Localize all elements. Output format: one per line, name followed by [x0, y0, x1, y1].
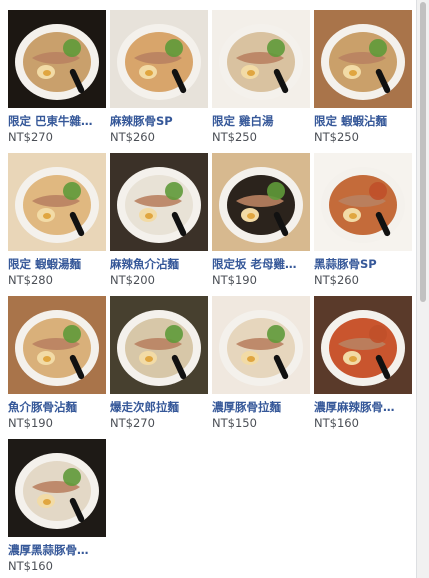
product-name-link[interactable]: 限定 蝦蝦沾麵: [314, 114, 412, 128]
product-photo[interactable]: [212, 153, 310, 251]
product-photo[interactable]: [8, 296, 106, 394]
scrollbar-thumb[interactable]: [420, 2, 426, 302]
product-card[interactable]: 麻辣魚介沾麵 NT$200: [110, 153, 208, 287]
product-price: NT$150: [212, 416, 257, 430]
product-name-link[interactable]: 限定 蝦蝦湯麵: [8, 257, 106, 271]
product-photo[interactable]: [8, 439, 106, 537]
product-card[interactable]: 黑蒜豚骨SP NT$260: [314, 153, 412, 287]
product-photo[interactable]: [8, 10, 106, 108]
product-name-link[interactable]: 限定坂 老母雞…: [212, 257, 310, 271]
product-photo[interactable]: [314, 10, 412, 108]
product-name-link[interactable]: 魚介豚骨沾麵: [8, 400, 106, 414]
product-price: NT$270: [110, 416, 155, 430]
product-photo[interactable]: [314, 153, 412, 251]
product-card[interactable]: 爆走次郎拉麵 NT$270: [110, 296, 208, 430]
product-card[interactable]: 限定 蝦蝦湯麵 NT$280: [8, 153, 106, 287]
product-card[interactable]: 濃厚麻辣豚骨… NT$160: [314, 296, 412, 430]
product-photo[interactable]: [314, 296, 412, 394]
product-name-link[interactable]: 麻辣魚介沾麵: [110, 257, 208, 271]
product-price: NT$160: [8, 559, 53, 573]
product-price: NT$280: [8, 273, 53, 287]
product-price: NT$260: [314, 273, 359, 287]
product-card[interactable]: 限定 雞白湯 NT$250: [212, 10, 310, 144]
product-price: NT$190: [8, 416, 53, 430]
product-price: NT$250: [314, 130, 359, 144]
product-name-link[interactable]: 濃厚麻辣豚骨…: [314, 400, 412, 414]
product-photo[interactable]: [8, 153, 106, 251]
product-photo[interactable]: [212, 296, 310, 394]
product-panel: 限定 巴東牛雜… NT$270 麻辣豚骨SP NT$260 限定 雞白湯 NT$250…: [0, 0, 417, 578]
product-card[interactable]: 濃厚黑蒜豚骨… NT$160: [8, 439, 106, 573]
product-card[interactable]: 濃厚豚骨拉麵 NT$150: [212, 296, 310, 430]
product-photo[interactable]: [110, 153, 208, 251]
product-name-link[interactable]: 爆走次郎拉麵: [110, 400, 208, 414]
product-name-link[interactable]: 限定 巴東牛雜…: [8, 114, 106, 128]
product-price: NT$260: [110, 130, 155, 144]
product-photo[interactable]: [110, 296, 208, 394]
product-photo[interactable]: [110, 10, 208, 108]
product-price: NT$250: [212, 130, 257, 144]
product-price: NT$190: [212, 273, 257, 287]
product-card[interactable]: 限定 巴東牛雜… NT$270: [8, 10, 106, 144]
product-card[interactable]: 麻辣豚骨SP NT$260: [110, 10, 208, 144]
product-photo[interactable]: [212, 10, 310, 108]
product-name-link[interactable]: 濃厚黑蒜豚骨…: [8, 543, 106, 557]
product-card[interactable]: 魚介豚骨沾麵 NT$190: [8, 296, 106, 430]
product-name-link[interactable]: 限定 雞白湯: [212, 114, 310, 128]
product-price: NT$270: [8, 130, 53, 144]
scrollbar[interactable]: [417, 0, 429, 578]
product-card[interactable]: 限定 蝦蝦沾麵 NT$250: [314, 10, 412, 144]
product-name-link[interactable]: 濃厚豚骨拉麵: [212, 400, 310, 414]
product-card[interactable]: 限定坂 老母雞… NT$190: [212, 153, 310, 287]
product-price: NT$160: [314, 416, 359, 430]
product-name-link[interactable]: 黑蒜豚骨SP: [314, 257, 412, 271]
product-name-link[interactable]: 麻辣豚骨SP: [110, 114, 208, 128]
product-price: NT$200: [110, 273, 155, 287]
